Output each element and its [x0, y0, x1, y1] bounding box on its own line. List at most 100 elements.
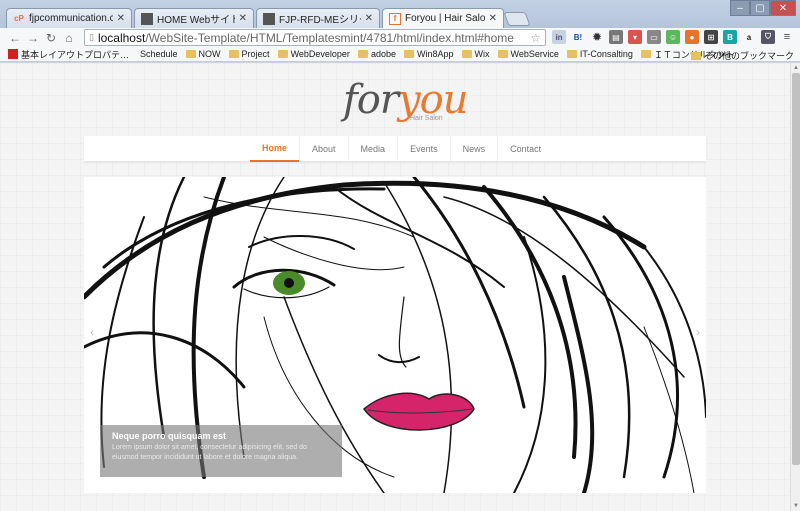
folder-icon [640, 50, 651, 58]
scroll-thumb[interactable] [792, 73, 800, 465]
address-host: localhost [97, 30, 146, 45]
menu-news[interactable]: News [449, 136, 498, 162]
tab-title: FJP-RFD-MEシリーズ【従 [279, 15, 361, 26]
site-logo[interactable]: foryou [343, 77, 468, 123]
forward-arrow-icon[interactable]: → [24, 31, 42, 45]
tab-home-web[interactable]: HOME Webサイト製品カ ✕ [134, 8, 254, 28]
fp-favicon-icon: cP [14, 14, 24, 23]
page-favicon-icon [141, 12, 153, 25]
site-navbar: Home About Media Events News Contact [84, 136, 706, 162]
folder-icon [228, 50, 239, 58]
ext-amazon-icon[interactable]: a [742, 30, 756, 44]
ext-dark-icon[interactable]: ⊞ [704, 30, 718, 44]
back-arrow-icon[interactable]: ← [6, 31, 24, 45]
ext-puzzle-icon[interactable]: ▤ [609, 30, 623, 44]
new-tab-button[interactable] [503, 12, 531, 26]
bookmarks-bar: 基本レイアウトプロパテ… Schedule NOW Project WebDev… [0, 47, 800, 62]
folder-icon [461, 50, 472, 58]
main-menu: Home About Media Events News Contact [250, 136, 553, 162]
bookmark-star-icon[interactable]: ☆ [530, 31, 541, 45]
folder-icon [277, 50, 288, 58]
bookmark-folder[interactable]: WebDeveloper [277, 49, 350, 59]
menu-events[interactable]: Events [397, 136, 450, 162]
bookmark-folder[interactable]: Project [228, 49, 270, 59]
window-controls: – ▢ ✕ [730, 0, 796, 16]
bookmark-folder[interactable]: Wix [461, 49, 490, 59]
salon-favicon-icon: f [389, 12, 401, 25]
bookmark-label: Schedule [140, 49, 178, 59]
folder-icon [185, 50, 196, 58]
tab-fjpcommunication[interactable]: cP fjpcommunication.com ✕ [6, 8, 132, 28]
close-tab-icon[interactable]: ✕ [239, 13, 247, 24]
close-tab-icon[interactable]: ✕ [489, 13, 497, 24]
menu-about[interactable]: About [299, 136, 348, 162]
page-viewport: foryou Hair Salon Home About Media Event… [0, 63, 790, 511]
minimize-icon[interactable]: – [730, 0, 750, 16]
page-icon: ▯ [89, 32, 94, 42]
bookmark-label: Wix [474, 49, 490, 59]
folder-icon [497, 50, 508, 58]
menu-media[interactable]: Media [347, 136, 398, 162]
scroll-up-icon[interactable]: ▲ [792, 64, 800, 72]
slider-next-icon[interactable]: › [696, 325, 700, 339]
menu-icon[interactable]: ≡ [780, 30, 794, 44]
bookmark-folder[interactable]: Win8App [403, 49, 454, 59]
extension-icons: in B! ✹ ▤ ▾ ▭ ☺ ● ⊞ B a ⛉ ≡ [552, 30, 794, 44]
tab-title: Foryou | Hair Salon [405, 13, 485, 24]
home-icon[interactable]: ⌂ [60, 31, 78, 45]
bookmark-item[interactable]: 基本レイアウトプロパテ… [8, 48, 129, 61]
scroll-down-icon[interactable]: ▼ [792, 502, 800, 510]
bookmark-folder[interactable]: adobe [357, 49, 396, 59]
close-window-icon[interactable]: ✕ [770, 0, 796, 16]
ext-linkedin-icon[interactable]: in [552, 30, 566, 44]
bookmark-label: WebDeveloper [290, 49, 350, 59]
maximize-icon[interactable]: ▢ [750, 0, 770, 16]
page-favicon-icon [263, 12, 275, 25]
tab-foryou[interactable]: f Foryou | Hair Salon ✕ [382, 8, 504, 28]
logo-subtitle: Hair Salon [410, 115, 443, 122]
bookmark-folder[interactable]: IT-Consalting [566, 49, 633, 59]
slide-caption: Neque porro quisquam est Lorem ipsum dol… [100, 425, 342, 477]
close-tab-icon[interactable]: ✕ [117, 13, 125, 24]
logo-text-for: for [343, 77, 399, 123]
menu-contact[interactable]: Contact [497, 136, 553, 162]
ext-gear-icon[interactable]: ✹ [590, 30, 604, 44]
folder-icon [690, 51, 701, 60]
ext-hatena-icon[interactable]: B! [571, 30, 585, 44]
menu-home[interactable]: Home [250, 136, 300, 162]
bookmark-folder[interactable]: WebService [497, 49, 559, 59]
close-tab-icon[interactable]: ✕ [365, 13, 373, 24]
caption-title: Neque porro quisquam est [112, 431, 227, 441]
bookmark-label: 基本レイアウトプロパテ… [21, 49, 130, 60]
adobe-icon [8, 49, 18, 59]
folder-icon [566, 50, 577, 58]
reload-icon[interactable]: ↻ [42, 31, 60, 45]
other-bookmarks-folder[interactable]: その他のブックマーク [690, 49, 794, 62]
ext-cast-icon[interactable]: ▭ [647, 30, 661, 44]
bookmark-item[interactable]: Schedule [137, 49, 178, 59]
ext-pocket-icon[interactable]: ▾ [628, 30, 642, 44]
tab-title: HOME Webサイト製品カ [157, 15, 235, 26]
hero-slider[interactable]: ‹ › Neque porro quisquam est Lorem ipsum… [84, 177, 706, 493]
page-scrollbar[interactable]: ▲ ▼ [790, 63, 800, 511]
ext-b-icon[interactable]: B [723, 30, 737, 44]
ext-shield-icon[interactable]: ⛉ [761, 30, 775, 44]
bookmark-label: WebService [510, 49, 559, 59]
folder-icon [357, 50, 368, 58]
slider-prev-icon[interactable]: ‹ [90, 325, 94, 339]
bookmark-label: adobe [370, 49, 396, 59]
bookmark-label: Win8App [416, 49, 454, 59]
ext-orange-icon[interactable]: ● [685, 30, 699, 44]
tab-title: fjpcommunication.com [29, 13, 113, 24]
bookmark-folder[interactable]: NOW [185, 49, 221, 59]
tab-strip: cP fjpcommunication.com ✕ HOME Webサイト製品カ… [0, 0, 800, 28]
bookmark-label: NOW [198, 49, 221, 59]
browser-toolbar: ← → ↻ ⌂ ▯ localhost /WebSite-Template/HT… [0, 28, 800, 47]
ext-green-icon[interactable]: ☺ [666, 30, 680, 44]
address-bar[interactable]: ▯ localhost /WebSite-Template/HTML/Templ… [84, 29, 546, 46]
bookmark-label: その他のブックマーク [703, 51, 794, 61]
tab-fjp-rfd[interactable]: FJP-RFD-MEシリーズ【従 ✕ [256, 8, 380, 28]
folder-icon [403, 50, 414, 58]
caption-text: Lorem ipsum dolor sit amet, consectetur … [112, 444, 307, 461]
address-path: /WebSite-Template/HTML/Templatesmint/478… [145, 30, 514, 45]
